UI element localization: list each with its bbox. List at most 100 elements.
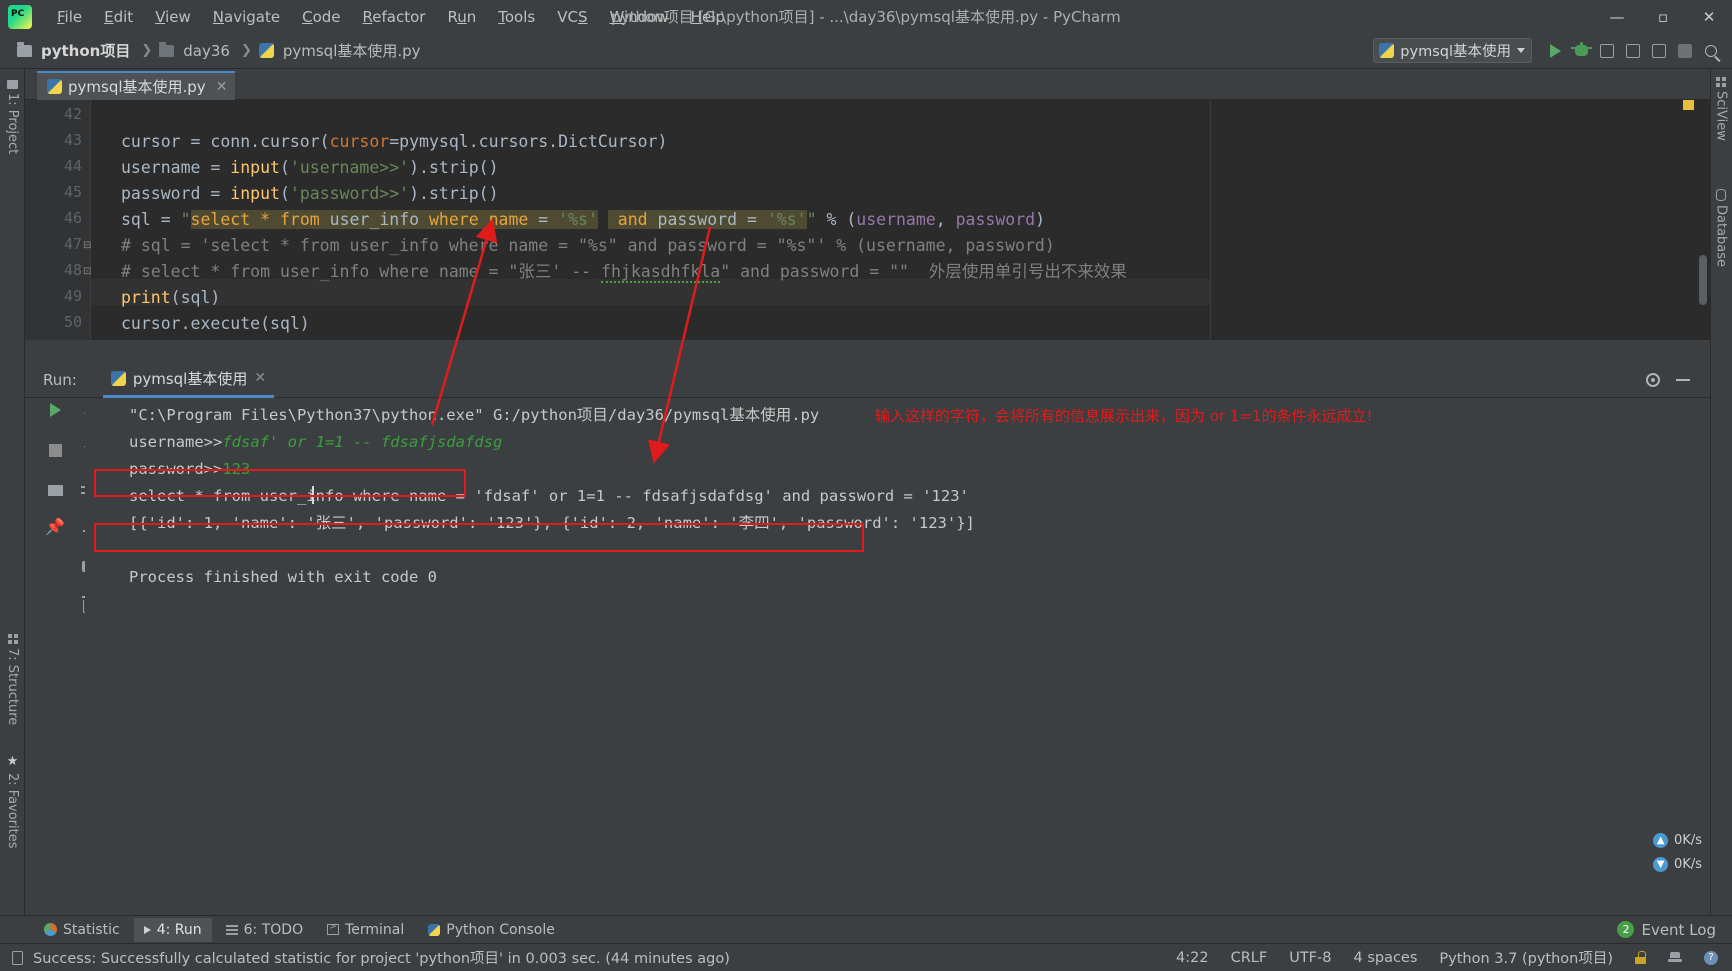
sidebar-item-structure[interactable]: 7: Structure <box>0 629 25 730</box>
breadcrumb-item-file[interactable]: pymsql基本使用.py <box>256 39 428 62</box>
gear-icon[interactable] <box>1646 372 1660 387</box>
menu-item-navigate[interactable]: Navigate <box>202 5 291 29</box>
sidebar-item-project[interactable]: 1: Project <box>0 75 25 159</box>
run-panel-header-actions <box>1646 372 1710 387</box>
breadcrumb-item-project[interactable]: python项目 <box>14 39 137 62</box>
python-interpreter[interactable]: Python 3.7 (python项目) <box>1439 947 1613 968</box>
toolbar-icons <box>1532 40 1732 62</box>
stop-button[interactable] <box>1674 40 1696 62</box>
minimize-icon[interactable] <box>1676 378 1690 381</box>
status-message-icon <box>12 950 23 965</box>
code-line-44: username = input('username>>').strip() <box>121 158 499 177</box>
run-panel-label: Run: <box>43 370 77 389</box>
network-speed-widget: ▲ 0K/s ▼ 0K/s <box>1624 828 1702 876</box>
pin-tab-button[interactable]: 📌 <box>43 514 67 538</box>
warning-marker-icon[interactable] <box>1683 100 1694 110</box>
sidebar-item-label: 7: Structure <box>5 648 20 726</box>
line-separator[interactable]: CRLF <box>1231 950 1268 966</box>
menu-item-view[interactable]: View <box>144 5 202 29</box>
tool-button-terminal[interactable]: Terminal <box>317 918 414 942</box>
menu-item-help[interactable]: Help <box>680 5 736 29</box>
show-console-button[interactable] <box>43 478 67 502</box>
sidebar-item-database[interactable]: Database <box>1710 189 1732 267</box>
sidebar-item-label: 1: Project <box>5 93 20 155</box>
event-log-button[interactable]: 2 Event Log <box>1617 921 1732 939</box>
editor-scrollbar[interactable] <box>1699 255 1707 305</box>
tool-button-python-console[interactable]: Python Console <box>418 918 565 942</box>
tool-button-todo[interactable]: 6: TODO <box>216 918 313 942</box>
upload-arrow-icon: ▲ <box>1653 832 1669 848</box>
settings-badge-icon[interactable]: ? <box>1704 950 1718 965</box>
console-line-username: username>>fdsaf' or 1=1 -- fdsafjsdafdsg <box>129 429 502 456</box>
left-tool-strip: 1: Project 7: Structure ★ 2: Favorites <box>0 69 25 919</box>
rerun-button[interactable] <box>43 398 67 422</box>
console-user-input: fdsaf' or 1=1 -- fdsafjsdafdsg <box>222 433 503 451</box>
sciview-grid-icon <box>1716 77 1726 87</box>
status-bar-right: 4:22 CRLF UTF-8 4 spaces Python 3.7 (pyt… <box>1176 947 1732 968</box>
code-content[interactable]: cursor = conn.cursor(cursor=pymysql.curs… <box>91 100 1710 340</box>
inspection-hat-icon[interactable] <box>1668 951 1682 964</box>
pin-icon: 📌 <box>45 516 65 536</box>
run-with-coverage-button[interactable] <box>1596 40 1618 62</box>
file-encoding[interactable]: UTF-8 <box>1289 950 1331 966</box>
profile-icon <box>1626 43 1640 58</box>
profile-button[interactable] <box>1622 40 1644 62</box>
menu-bar: File Edit View Navigate Code Refactor Ru… <box>46 5 736 29</box>
breadcrumb-item-day36[interactable]: day36 <box>156 41 237 61</box>
event-log-label: Event Log <box>1641 920 1716 939</box>
line-number: 46 <box>63 209 82 227</box>
console-caret <box>312 486 314 504</box>
run-button[interactable] <box>1544 40 1566 62</box>
download-speed: 0K/s <box>1674 856 1702 872</box>
menu-item-file[interactable]: File <box>46 5 93 29</box>
chevron-down-icon <box>1517 48 1525 53</box>
menu-item-code[interactable]: Code <box>291 5 351 29</box>
lock-icon[interactable] <box>1635 951 1646 964</box>
editor-gutter[interactable]: 42 43 44 45 46 47 48 49 50 ⊟ ⊡ <box>25 100 91 340</box>
annotation-text: 输入这样的字符，会将所有的信息展示出来，因为 or 1=1的条件永远成立! <box>875 407 1373 425</box>
menu-item-window[interactable]: Window <box>598 5 679 29</box>
title-bar: File Edit View Navigate Code Refactor Ru… <box>0 0 1732 33</box>
close-icon[interactable]: ✕ <box>254 370 266 386</box>
code-line-47: # sql = 'select * from user_info where n… <box>121 236 1055 255</box>
caret-position[interactable]: 4:22 <box>1176 950 1209 966</box>
run-configuration-selector[interactable]: pymsql基本使用 <box>1373 38 1532 63</box>
console-grid-icon <box>47 484 63 496</box>
project-folder-icon <box>7 80 18 89</box>
menu-item-edit[interactable]: Edit <box>93 5 144 29</box>
code-editor[interactable]: 42 43 44 45 46 47 48 49 50 ⊟ ⊡ cursor = … <box>25 100 1710 340</box>
line-number: 49 <box>63 287 82 305</box>
navigation-bar: python项目 ❯ day36 ❯ pymsql基本使用.py pymsql基… <box>0 33 1732 69</box>
close-button[interactable]: ✕ <box>1686 0 1732 33</box>
attach-button[interactable] <box>1648 40 1670 62</box>
menu-item-tools[interactable]: Tools <box>487 5 546 29</box>
structure-grid-icon <box>7 634 18 644</box>
bug-icon <box>1570 42 1592 56</box>
tool-button-statistic[interactable]: Statistic <box>34 918 130 942</box>
sidebar-item-label: Database <box>1713 205 1729 268</box>
network-upload-row: ▲ 0K/s <box>1624 828 1702 852</box>
tool-button-label: Statistic <box>63 921 120 938</box>
tool-button-run[interactable]: 4: Run <box>133 917 212 942</box>
search-everywhere-button[interactable] <box>1700 40 1722 62</box>
breadcrumb-separator: ❯ <box>240 43 252 58</box>
console-output[interactable]: "C:\Program Files\Python37\python.exe" G… <box>85 398 1710 919</box>
indent-setting[interactable]: 4 spaces <box>1353 950 1417 966</box>
line-number: 45 <box>63 183 82 201</box>
run-triangle-icon <box>1549 43 1561 58</box>
minimize-button[interactable]: — <box>1594 0 1640 33</box>
close-icon[interactable]: ✕ <box>216 79 228 95</box>
sidebar-item-sciview[interactable]: SciView <box>1710 77 1732 141</box>
stop-process-button[interactable] <box>43 438 67 462</box>
menu-item-vcs[interactable]: VCS <box>546 5 598 29</box>
maximize-button[interactable]: ▫ <box>1640 0 1686 33</box>
menu-item-run[interactable]: Run <box>436 5 487 29</box>
run-tab-pymsql[interactable]: pymsql基本使用 ✕ <box>102 362 275 398</box>
run-triangle-icon <box>143 925 151 934</box>
python-file-icon <box>47 79 62 94</box>
run-panel-header: Run: pymsql基本使用 ✕ <box>25 362 1710 398</box>
debug-button[interactable] <box>1570 40 1592 62</box>
sidebar-item-favorites[interactable]: ★ 2: Favorites <box>0 749 25 854</box>
menu-item-refactor[interactable]: Refactor <box>352 5 437 29</box>
editor-tab-pymsql[interactable]: pymsql基本使用.py ✕ <box>37 71 236 100</box>
